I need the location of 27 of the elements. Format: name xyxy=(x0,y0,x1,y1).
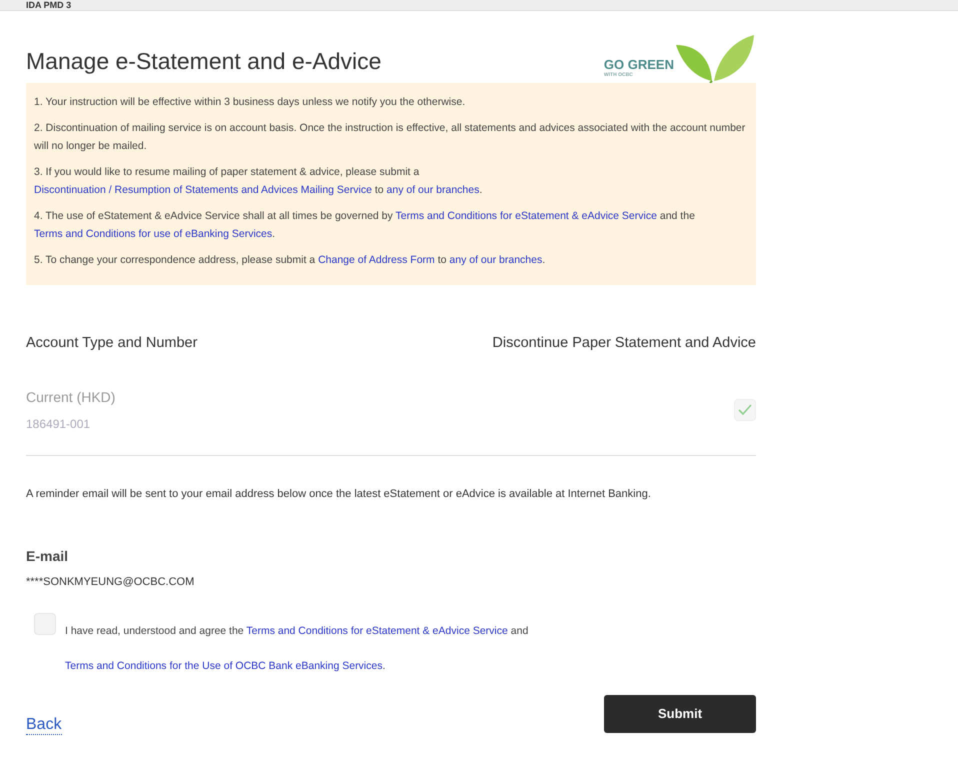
agreement-text: I have read, understood and agree the Terms and Conditions for eStatement & eAdvice Service and Terms and Conditions for the Use of OCBC Bank eBanking Services. xyxy=(65,624,530,674)
note-text: 5. To change your correspondence address, please submit a Change of Address Form to any of our branches. xyxy=(34,253,546,268)
account-type: Current (HKD) xyxy=(26,389,116,405)
link[interactable]: Terms and Conditions for eStatement & eAdvice Service xyxy=(395,210,657,222)
account-number: 186491-001 xyxy=(26,417,92,431)
link[interactable]: Terms and Conditions for the Use of OCBC Bank eBanking Services xyxy=(65,660,382,672)
link[interactable]: Terms and Conditions for eStatement & eAdvice Service xyxy=(246,625,508,637)
reminder-text: A reminder email will be sent to your email address below once the latest eStatement or eAdvice is available at Internet Banking. xyxy=(26,488,652,500)
column-header: Discontinue Paper Statement and Advice xyxy=(492,335,756,351)
note-text: 2. Discontinuation of mailing service is on account basis. Once the instruction is effective, all statements and advices associated with the account number will no longer be mailed. xyxy=(34,121,746,154)
link[interactable]: any of our branches xyxy=(386,184,480,196)
agree-checkbox[interactable] xyxy=(34,613,56,635)
header-label: IDA PMD 3 xyxy=(26,0,72,10)
link[interactable]: Discontinuation / Resumption of Statements and Advices Mailing Service xyxy=(34,184,372,196)
back-link[interactable]: Back xyxy=(26,716,62,735)
note-text: 1. Your instruction will be effective within 3 business days unless we notify you the otherwise. xyxy=(34,95,466,110)
email-value: ****SONKMYEUNG@OCBC.COM xyxy=(26,576,196,588)
page-title: Manage e-Statement and e-Advice xyxy=(26,48,382,75)
note-text: 3. If you would like to resume mailing of paper statement & advice, please submit a Discontinuation / Resumption of Statements and Advices Mailing Service to any of our branches. xyxy=(34,165,484,198)
email-label: E-mail xyxy=(26,548,70,564)
column-header: Account Type and Number xyxy=(26,335,198,351)
link[interactable]: any of our branches xyxy=(449,254,542,266)
link[interactable]: Terms and Conditions for use of eBanking Services xyxy=(34,228,272,240)
note-text: 4. The use of eStatement & eAdvice Service shall at all times be governed by Terms and Conditions for eStatement & eAdvice Service and the Terms and Conditions for use of eBanking Services. xyxy=(34,209,696,242)
check-icon xyxy=(738,404,752,416)
link[interactable]: Change of Address Form xyxy=(318,254,435,266)
submit-button[interactable]: Submit xyxy=(604,694,756,732)
